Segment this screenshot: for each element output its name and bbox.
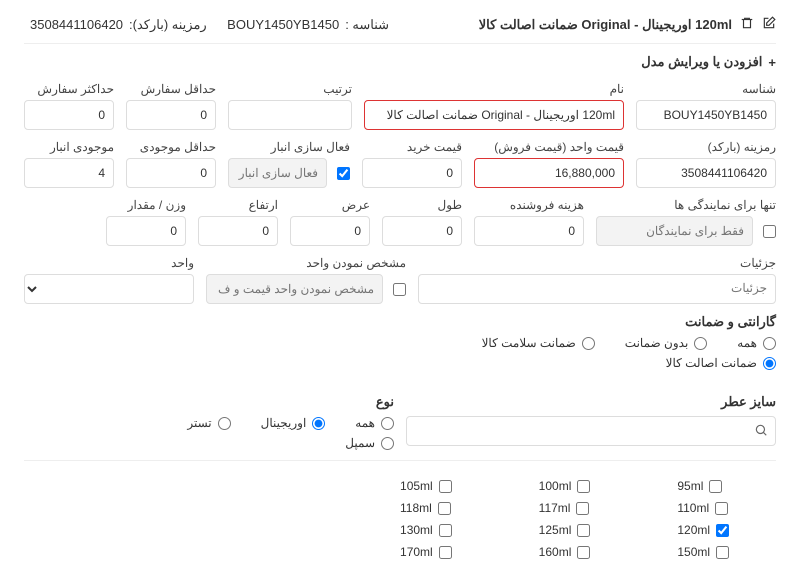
page-header: 120ml اوریجینال - Original ضمانت اصالت ک… (24, 16, 776, 44)
min-stock-input[interactable] (126, 158, 216, 188)
edit-icon[interactable] (762, 16, 776, 33)
label-min-order: حداقل سفارش (126, 82, 216, 96)
header-title: 120ml اوریجینال - Original ضمانت اصالت ک… (479, 17, 732, 33)
type-title: نوع (24, 394, 394, 410)
warranty-all[interactable] (763, 337, 776, 350)
warranty-health[interactable] (582, 337, 595, 350)
warranty-authenticity[interactable] (763, 357, 776, 370)
size-117[interactable] (576, 502, 589, 515)
stock-enable-checkbox[interactable] (337, 167, 350, 180)
price-sale-input[interactable] (474, 158, 624, 188)
warranty-none[interactable] (694, 337, 707, 350)
price-buy-input[interactable] (362, 158, 462, 188)
size-110[interactable] (715, 502, 728, 515)
label-stock-enable: فعال سازی انبار (228, 140, 350, 154)
label-price-buy: قیمت خرید (362, 140, 462, 154)
height-input[interactable] (198, 216, 278, 246)
delete-icon[interactable] (740, 16, 754, 33)
size-150[interactable] (716, 546, 729, 559)
agent-only-text (596, 216, 753, 246)
label-unit-spec: مشخص نمودن واحد (206, 256, 406, 270)
size-95[interactable] (709, 480, 722, 493)
agent-only-checkbox[interactable] (763, 225, 776, 238)
label-barcode: رمزینه (بارکد) (636, 140, 776, 154)
label-length: طول (382, 198, 462, 212)
label-stock-qty: موجودی انبار (24, 140, 114, 154)
weight-input[interactable] (106, 216, 186, 246)
label-max-order: حداکثر سفارش (24, 82, 114, 96)
sku-input[interactable] (636, 100, 776, 130)
width-input[interactable] (290, 216, 370, 246)
type-original[interactable] (312, 417, 325, 430)
unit-spec-text (206, 274, 383, 304)
warranty-title: گارانتی و ضمانت (24, 314, 776, 330)
label-min-stock: حداقل موجودی (126, 140, 216, 154)
unit-spec-checkbox[interactable] (393, 283, 406, 296)
sort-input[interactable] (228, 100, 352, 130)
size-170[interactable] (439, 546, 452, 559)
label-details: جزئیات (418, 256, 776, 270)
label-name: نام (364, 82, 624, 96)
search-icon (754, 423, 768, 437)
size-125[interactable] (577, 524, 590, 537)
label-seller-cost: هزینه فروشنده (474, 198, 584, 212)
label-weight: وزن / مقدار (106, 198, 186, 212)
section-add-edit: +افزودن یا ویرایش مدل (24, 54, 776, 70)
size-120[interactable] (716, 524, 729, 537)
stock-qty-input[interactable] (24, 158, 114, 188)
size-130[interactable] (439, 524, 452, 537)
warranty-group: همه بدون ضمانت ضمانت سلامت کالا (24, 336, 776, 350)
type-sample[interactable] (381, 437, 394, 450)
label-sort: ترتیب (228, 82, 352, 96)
label-price-sale: قیمت واحد (قیمت فروش) (474, 140, 624, 154)
label-sku: شناسه (636, 82, 776, 96)
perfume-size-title: سایز عطر (406, 394, 776, 410)
min-order-input[interactable] (126, 100, 216, 130)
label-height: ارتفاع (198, 198, 278, 212)
type-tester[interactable] (218, 417, 231, 430)
barcode-input[interactable] (636, 158, 776, 188)
type-all[interactable] (381, 417, 394, 430)
length-input[interactable] (382, 216, 462, 246)
label-width: عرض (290, 198, 370, 212)
stock-enable-text (228, 158, 327, 188)
name-input[interactable] (364, 100, 624, 130)
unit-select[interactable] (24, 274, 194, 304)
size-160[interactable] (577, 546, 590, 559)
size-105[interactable] (439, 480, 452, 493)
size-search-input[interactable] (406, 416, 776, 446)
label-unit: واحد (24, 256, 194, 270)
details-textarea[interactable] (418, 274, 776, 304)
seller-cost-input[interactable] (474, 216, 584, 246)
max-order-input[interactable] (24, 100, 114, 130)
header-meta: شناسه :BOUY1450YB1450 رمزینه (بارکد):350… (24, 17, 389, 33)
size-100[interactable] (577, 480, 590, 493)
label-agent-only: تنها برای نمایندگی ها (596, 198, 776, 212)
size-118[interactable] (438, 502, 451, 515)
